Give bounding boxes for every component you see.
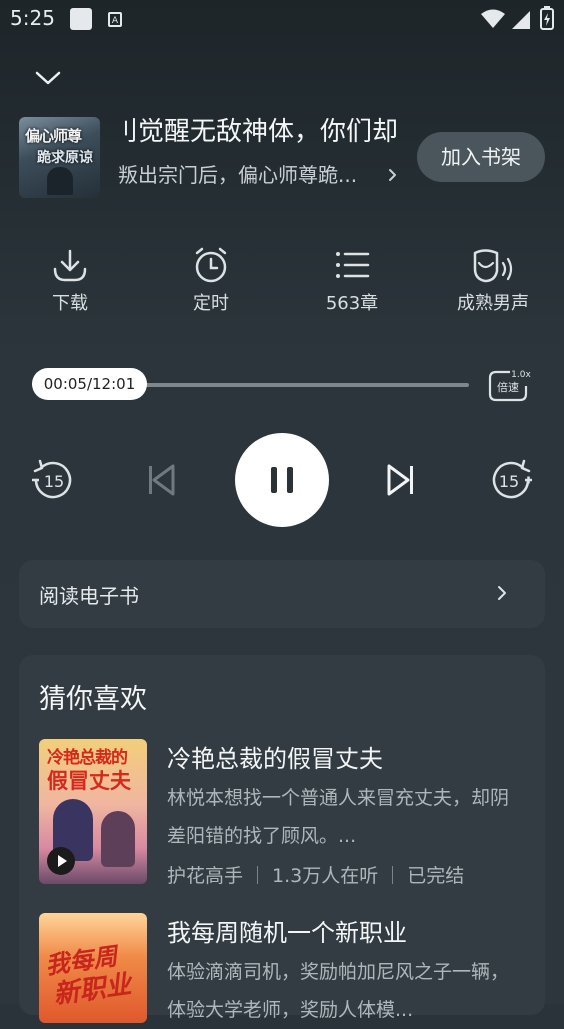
recommendations-section: 猜你喜欢 冷艳总裁的 假冒丈夫 冷艳总裁的假冒丈夫 林悦本想找一个普通人来冒充丈… (19, 655, 545, 1023)
recommendations-title: 猜你喜欢 (39, 684, 147, 715)
download-icon (53, 249, 87, 282)
wifi-icon (481, 9, 505, 28)
read-ebook-label: 阅读电子书 (39, 584, 139, 608)
status-bar: 5:25 A (0, 0, 564, 38)
play-icon[interactable] (47, 847, 75, 875)
voice-button[interactable]: 成熟男声 (443, 245, 543, 315)
chevron-right-icon[interactable] (384, 163, 402, 187)
rewind-15-button[interactable]: 15 (31, 458, 75, 502)
timer-label: 定时 (193, 293, 229, 314)
chevron-right-icon (498, 586, 506, 600)
voice-label: 成熟男声 (457, 293, 529, 314)
previous-track-button[interactable] (146, 464, 176, 496)
timer-button[interactable]: 定时 (161, 245, 261, 315)
cover-text: 假冒丈夫 (47, 769, 131, 793)
listeners: 1.3万人在听 (272, 865, 379, 887)
recommended-book-title-2[interactable]: 我每周随机一个新职业 (167, 913, 407, 948)
cover-figure (47, 167, 73, 195)
pause-icon (271, 467, 293, 493)
speed-label: 倍速 (497, 380, 519, 394)
chapters-label: 563章 (325, 293, 379, 314)
author: 护花高手 (167, 865, 244, 887)
recommended-book-desc-2: 体验滴滴司机，奖励帕加尼风之子一辆，体验大学老师，奖励人体模... (167, 961, 510, 1021)
divider (392, 866, 394, 884)
chapter-list-icon (336, 252, 370, 278)
forward-label: 15 (499, 472, 519, 491)
book-title-marquee: 刂觉醒无敌神体，你们却 (118, 112, 400, 152)
alarm-clock-icon (195, 247, 227, 283)
book-subtitle[interactable]: 叛出宗门后，偏心师尊跪... (118, 158, 384, 192)
playback-speed-button[interactable]: 倍速 1.0x (486, 366, 534, 406)
battery-icon (540, 6, 554, 30)
add-to-shelf-button[interactable]: 加入书架 (417, 132, 545, 182)
book-cover-text-1: 偏心师尊 (25, 127, 82, 145)
book-cover[interactable]: 偏心师尊 跪求原谅 (19, 117, 100, 198)
recommended-book-meta-1: 护花高手 1.3万人在听 已完结 (167, 861, 464, 888)
read-ebook-card[interactable]: 阅读电子书 (19, 560, 545, 628)
signal-icon (512, 11, 530, 29)
rewind-label: 15 (44, 472, 64, 491)
a-badge-icon: A (108, 12, 122, 27)
recommended-book-cover-1[interactable]: 冷艳总裁的 假冒丈夫 (39, 739, 147, 884)
divider (257, 866, 259, 884)
recommended-book-title-1[interactable]: 冷艳总裁的假冒丈夫 (167, 739, 383, 774)
recommended-book-cover-2[interactable]: 我每周 新职业 (39, 913, 147, 1023)
book-cover-text-2: 跪求原谅 (37, 150, 93, 166)
recommended-book-desc-1: 林悦本想找一个普通人来冒充丈夫，却阴差阳错的找了顾风。... (167, 787, 510, 847)
download-button[interactable]: 下载 (20, 245, 120, 315)
pause-button[interactable] (235, 433, 329, 527)
next-track-button[interactable] (386, 464, 416, 496)
progress-time-thumb[interactable]: 00:05/12:01 (32, 368, 147, 400)
voice-icon (473, 249, 513, 283)
progress-slider[interactable]: 00:05/12:01 (32, 368, 472, 402)
chevron-down-icon[interactable] (30, 62, 66, 94)
forward-15-button[interactable]: 15 (489, 458, 533, 502)
status-time: 5:25 (10, 6, 55, 30)
book-title: 刂觉醒无敌神体，你们却 (118, 117, 399, 147)
chapters-button[interactable]: 563章 (302, 245, 402, 315)
cover-figure (101, 811, 135, 867)
status: 已完结 (407, 865, 465, 887)
notification-square-icon (70, 8, 92, 30)
speed-badge: 1.0x (511, 370, 531, 380)
download-label: 下载 (52, 293, 88, 314)
